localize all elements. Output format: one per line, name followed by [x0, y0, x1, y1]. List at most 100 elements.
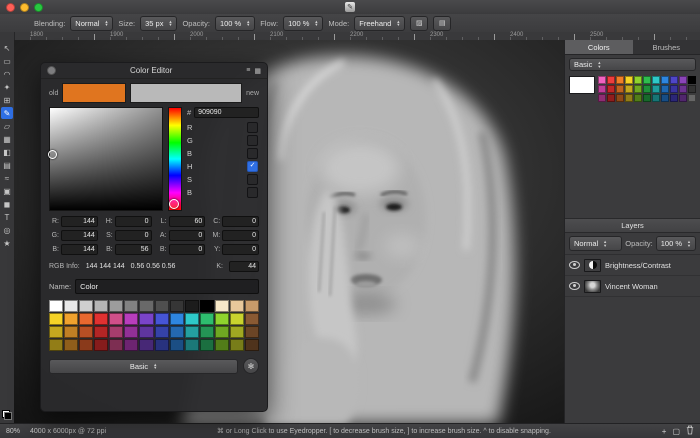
- color-swatch[interactable]: [49, 339, 64, 351]
- color-swatch[interactable]: [214, 339, 229, 351]
- trash-icon[interactable]: [686, 425, 694, 437]
- color-swatch[interactable]: [154, 300, 169, 312]
- color-swatch[interactable]: [184, 300, 199, 312]
- k-value-field[interactable]: 44: [229, 261, 259, 272]
- field-value[interactable]: 0: [222, 244, 259, 255]
- field-value[interactable]: 0: [222, 230, 259, 241]
- layer-row[interactable]: Brightness/Contrast: [565, 255, 700, 276]
- color-swatch[interactable]: [625, 94, 633, 102]
- color-swatch[interactable]: [670, 76, 678, 84]
- color-swatch[interactable]: [79, 326, 94, 338]
- color-swatch[interactable]: [652, 94, 660, 102]
- color-swatch[interactable]: [139, 339, 154, 351]
- field-value[interactable]: 60: [168, 216, 206, 227]
- color-swatch[interactable]: [661, 94, 669, 102]
- field-value[interactable]: 144: [61, 216, 98, 227]
- hex-input[interactable]: 909090: [194, 107, 259, 118]
- size-dropdown[interactable]: 35 px: [140, 15, 178, 31]
- color-swatch[interactable]: [199, 339, 214, 351]
- opacity-dropdown[interactable]: 100 %: [214, 15, 256, 31]
- color-marker[interactable]: [48, 150, 57, 159]
- type-tool[interactable]: T: [1, 211, 13, 223]
- color-swatch[interactable]: [169, 339, 184, 351]
- color-swatch[interactable]: [688, 76, 696, 84]
- color-swatch[interactable]: [661, 76, 669, 84]
- color-swatch[interactable]: [679, 94, 687, 102]
- color-swatch[interactable]: [616, 76, 624, 84]
- tab-brushes[interactable]: Brushes: [633, 40, 700, 54]
- channel-checkbox[interactable]: [247, 187, 258, 198]
- color-swatch[interactable]: [169, 313, 184, 325]
- color-wells[interactable]: [2, 410, 12, 420]
- color-swatch[interactable]: [652, 76, 660, 84]
- color-swatch[interactable]: [661, 85, 669, 93]
- color-swatch[interactable]: [64, 339, 79, 351]
- color-swatch[interactable]: [124, 313, 139, 325]
- color-swatch[interactable]: [94, 339, 109, 351]
- color-swatch[interactable]: [598, 76, 606, 84]
- color-swatch[interactable]: [634, 76, 642, 84]
- field-value[interactable]: 56: [114, 244, 152, 255]
- color-swatch[interactable]: [139, 326, 154, 338]
- gear-icon[interactable]: [243, 358, 259, 374]
- flow-dropdown[interactable]: 100 %: [283, 15, 324, 31]
- colors-preset-dropdown[interactable]: Basic: [569, 58, 696, 71]
- color-swatch[interactable]: [634, 94, 642, 102]
- color-swatch[interactable]: [214, 313, 229, 325]
- shape-tool[interactable]: ◼: [1, 198, 13, 210]
- color-editor-header[interactable]: Color Editor ≡ ▦: [41, 63, 267, 79]
- color-swatch[interactable]: [79, 313, 94, 325]
- color-swatch[interactable]: [229, 300, 245, 312]
- color-swatch[interactable]: [184, 326, 199, 338]
- channel-checkbox[interactable]: ✓: [247, 161, 258, 172]
- minimize-window-button[interactable]: [20, 2, 29, 12]
- panel-close-icon[interactable]: [47, 66, 56, 75]
- color-swatch[interactable]: [670, 94, 678, 102]
- color-swatch[interactable]: [643, 85, 651, 93]
- color-swatch[interactable]: [199, 313, 214, 325]
- color-swatch[interactable]: [79, 300, 94, 312]
- field-value[interactable]: 0: [168, 244, 206, 255]
- fill-tool[interactable]: ◧: [1, 146, 13, 158]
- color-swatch[interactable]: [199, 300, 214, 312]
- current-color-swatch[interactable]: [569, 76, 595, 94]
- color-swatch[interactable]: [598, 94, 606, 102]
- layers-opacity-dropdown[interactable]: 100 %: [655, 236, 696, 251]
- channel-checkbox[interactable]: [247, 148, 258, 159]
- color-swatch[interactable]: [109, 300, 124, 312]
- color-swatch[interactable]: [679, 76, 687, 84]
- zoom-level[interactable]: 80%: [6, 428, 20, 435]
- paint-tool[interactable]: ✎: [1, 107, 13, 119]
- close-window-button[interactable]: [6, 2, 15, 12]
- color-swatch[interactable]: [64, 300, 79, 312]
- color-swatch[interactable]: [607, 94, 615, 102]
- blend-mode-dropdown[interactable]: Normal: [569, 236, 623, 251]
- star-tool[interactable]: ★: [1, 237, 13, 249]
- lasso-tool[interactable]: ◠: [1, 68, 13, 80]
- channel-checkbox[interactable]: [247, 135, 258, 146]
- color-swatch[interactable]: [124, 339, 139, 351]
- color-swatch[interactable]: [634, 85, 642, 93]
- color-swatch[interactable]: [49, 326, 64, 338]
- color-swatch[interactable]: [49, 313, 64, 325]
- color-swatch[interactable]: [607, 85, 615, 93]
- color-swatch[interactable]: [229, 326, 245, 338]
- color-swatch[interactable]: [139, 313, 154, 325]
- color-swatch[interactable]: [625, 76, 633, 84]
- marquee-tool[interactable]: ▭: [1, 55, 13, 67]
- saturation-brightness-square[interactable]: [48, 107, 163, 211]
- color-swatch[interactable]: [679, 85, 687, 93]
- color-swatch[interactable]: [169, 326, 184, 338]
- hue-slider[interactable]: [168, 107, 182, 211]
- color-swatch[interactable]: [124, 326, 139, 338]
- color-swatch[interactable]: [94, 300, 109, 312]
- color-swatch[interactable]: [688, 94, 696, 102]
- color-swatch[interactable]: [688, 85, 696, 93]
- color-swatch[interactable]: [214, 300, 229, 312]
- channel-checkbox[interactable]: [247, 122, 258, 133]
- tab-colors[interactable]: Colors: [565, 40, 633, 54]
- brush-options-icon[interactable]: ▨: [410, 15, 429, 31]
- magic-wand-tool[interactable]: ✦: [1, 81, 13, 93]
- field-value[interactable]: 0: [114, 216, 152, 227]
- zoom-tool[interactable]: ◎: [1, 224, 13, 236]
